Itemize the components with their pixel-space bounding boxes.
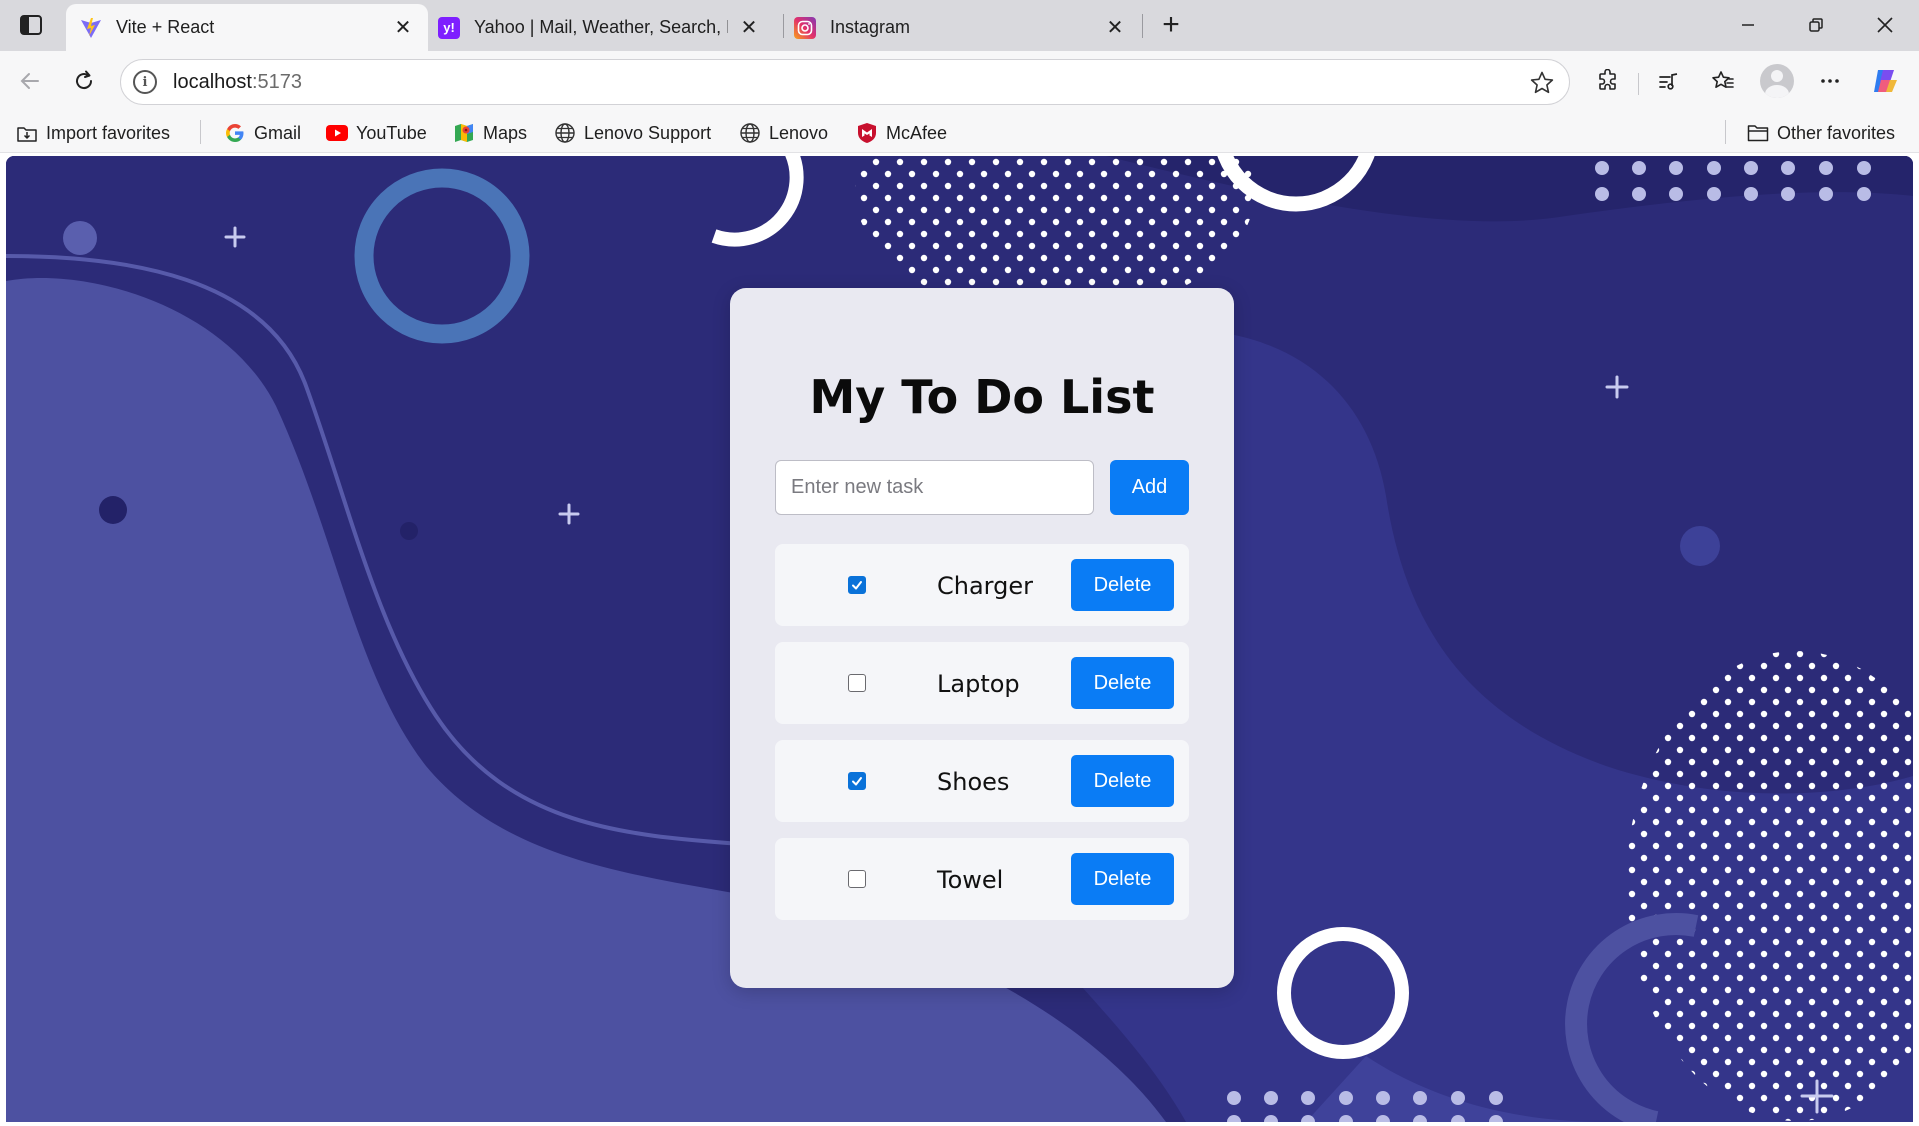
back-icon[interactable] (14, 65, 46, 97)
favorites-bar: Import favorites Gmail YouTube Maps Leno… (0, 113, 1919, 153)
task-checkbox[interactable] (848, 870, 866, 888)
youtube-icon (326, 122, 348, 144)
page-viewport: My To Do List Add Charger Delete Laptop … (6, 156, 1913, 1122)
tab-title: Yahoo | Mail, Weather, Search, Pol (474, 17, 728, 37)
restore-icon[interactable] (1801, 10, 1831, 40)
address-bar[interactable]: i localhost:5173 (120, 59, 1570, 105)
favorite-lenovo[interactable]: Lenovo (739, 118, 828, 148)
folder-icon (1747, 122, 1769, 144)
site-info-icon[interactable]: i (133, 70, 157, 94)
new-task-input[interactable] (775, 460, 1094, 515)
favorite-label: Gmail (254, 122, 302, 143)
tab-separator (1142, 14, 1143, 38)
favorite-label: Maps (483, 122, 528, 143)
close-icon[interactable]: ✕ (392, 17, 414, 39)
tab-strip: Vite + React ✕ y! Yahoo | Mail, Weather,… (0, 0, 1919, 51)
task-checkbox[interactable] (848, 576, 866, 594)
favorite-maps[interactable]: Maps (453, 118, 527, 148)
tab-title: Instagram (830, 17, 911, 37)
instagram-icon (794, 16, 816, 39)
google-icon (224, 122, 246, 144)
tab-title: Vite + React (116, 17, 215, 37)
yahoo-icon: y! (438, 16, 460, 39)
task-checkbox[interactable] (848, 772, 866, 790)
task-list: Charger Delete Laptop Delete Shoes Delet… (775, 544, 1189, 936)
favorite-gmail[interactable]: Gmail (224, 118, 301, 148)
favorite-import[interactable]: Import favorites (16, 118, 170, 148)
toolbar-divider (1638, 73, 1639, 95)
delete-button[interactable]: Delete (1071, 853, 1174, 905)
profile-avatar[interactable] (1760, 64, 1794, 98)
browser-toolbar: i localhost:5173 (0, 51, 1919, 113)
globe-icon (554, 122, 576, 144)
tab-yahoo[interactable]: y! Yahoo | Mail, Weather, Search, Pol ✕ (424, 4, 774, 51)
list-item: Shoes Delete (775, 740, 1189, 822)
close-icon[interactable]: ✕ (1104, 17, 1126, 39)
task-label: Charger (937, 572, 1033, 600)
maps-icon (453, 122, 475, 144)
sidebar-toggle-icon[interactable] (18, 12, 44, 38)
mcafee-icon (856, 122, 878, 144)
new-tab-button[interactable]: + (1156, 8, 1186, 41)
task-label: Laptop (937, 670, 1020, 698)
delete-button[interactable]: Delete (1071, 657, 1174, 709)
page-title: My To Do List (809, 370, 1155, 424)
favorite-other[interactable]: Other favorites (1747, 118, 1895, 148)
import-icon (16, 122, 38, 144)
close-window-icon[interactable] (1870, 10, 1900, 40)
favorite-label: Lenovo Support (584, 122, 712, 143)
favorite-youtube[interactable]: YouTube (326, 118, 427, 148)
globe-icon (739, 122, 761, 144)
favorite-label: Other favorites (1777, 122, 1896, 143)
task-label: Towel (937, 866, 1004, 894)
refresh-icon[interactable] (68, 65, 100, 97)
task-checkbox[interactable] (848, 674, 866, 692)
vite-icon (80, 17, 102, 39)
favorites-icon[interactable] (1708, 66, 1738, 96)
copilot-icon[interactable] (1870, 66, 1900, 96)
delete-button[interactable]: Delete (1071, 755, 1174, 807)
add-button[interactable]: Add (1110, 460, 1189, 515)
list-item: Towel Delete (775, 838, 1189, 920)
list-item: Laptop Delete (775, 642, 1189, 724)
url-text: localhost:5173 (173, 70, 302, 93)
favorite-label: YouTube (356, 122, 427, 143)
favorite-label: Import favorites (46, 122, 171, 143)
more-options-icon[interactable] (1815, 66, 1845, 96)
media-icon[interactable] (1653, 66, 1683, 96)
favorite-lenovo-support[interactable]: Lenovo Support (554, 118, 711, 148)
minimize-icon[interactable] (1733, 10, 1763, 40)
favorite-label: Lenovo (769, 122, 829, 143)
tab-vite-react[interactable]: Vite + React ✕ (66, 4, 428, 51)
extensions-icon[interactable] (1593, 66, 1623, 96)
favorites-separator (200, 120, 201, 144)
task-label: Shoes (937, 768, 1010, 796)
close-icon[interactable]: ✕ (738, 17, 760, 39)
delete-button[interactable]: Delete (1071, 559, 1174, 611)
favorite-star-icon[interactable] (1529, 70, 1555, 96)
tab-instagram[interactable]: Instagram ✕ (780, 4, 1140, 51)
list-item: Charger Delete (775, 544, 1189, 626)
favorite-label: McAfee (886, 122, 948, 143)
favorite-mcafee[interactable]: McAfee (856, 118, 947, 148)
favorites-separator (1725, 120, 1726, 144)
todo-card: My To Do List Add Charger Delete Laptop … (730, 288, 1234, 988)
